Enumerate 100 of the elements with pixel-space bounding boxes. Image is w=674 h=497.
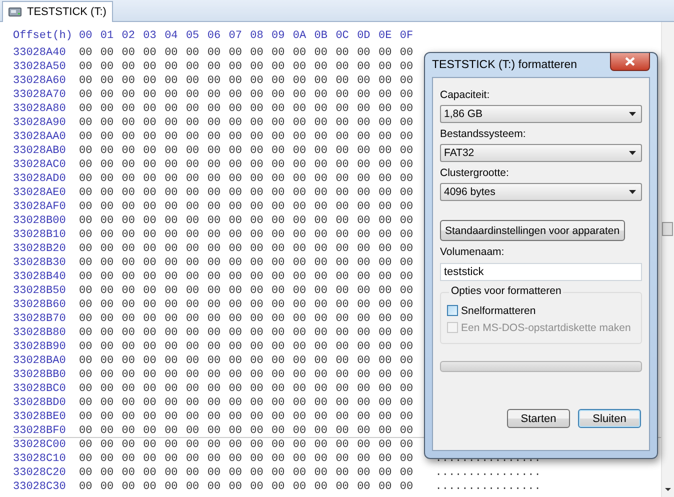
byte-value: 00 bbox=[314, 270, 328, 284]
dropdown[interactable]: 4096 bytes bbox=[440, 183, 642, 201]
byte-value: 00 bbox=[400, 46, 414, 60]
byte-value: 00 bbox=[357, 354, 372, 368]
dialog-button[interactable]: Sluiten bbox=[578, 409, 641, 428]
byte-value: 00 bbox=[357, 242, 372, 256]
byte-value: 00 bbox=[143, 340, 158, 354]
byte-value: 00 bbox=[272, 228, 286, 242]
byte-value: 00 bbox=[100, 312, 115, 326]
byte-value: 00 bbox=[336, 144, 350, 158]
byte-value: 00 bbox=[272, 326, 286, 340]
byte-value: 00 bbox=[292, 480, 308, 494]
byte-value: 00 bbox=[122, 242, 136, 256]
column-header: 0B bbox=[314, 29, 328, 44]
byte-value: 00 bbox=[250, 74, 264, 88]
byte-value: 00 bbox=[228, 452, 243, 466]
tab[interactable]: TESTSTICK (T:) bbox=[2, 1, 114, 22]
byte-value: 00 bbox=[357, 284, 372, 298]
byte-value: 00 bbox=[228, 242, 243, 256]
byte-value: 00 bbox=[207, 368, 222, 382]
byte-value: 00 bbox=[143, 256, 158, 270]
byte-value: 00 bbox=[207, 130, 222, 144]
close-button[interactable] bbox=[610, 53, 650, 71]
byte-value: 00 bbox=[143, 368, 158, 382]
byte-value: 00 bbox=[357, 424, 372, 438]
scroll-down-icon[interactable] bbox=[665, 488, 671, 491]
offset-label: 33028C00 bbox=[13, 438, 67, 452]
byte-value: 00 bbox=[143, 172, 158, 186]
byte-value: 00 bbox=[122, 186, 136, 200]
byte-value: 00 bbox=[122, 144, 136, 158]
byte-value: 00 bbox=[314, 298, 328, 312]
byte-value: 00 bbox=[336, 228, 350, 242]
byte-value: 00 bbox=[79, 298, 94, 312]
byte-value: 00 bbox=[272, 424, 286, 438]
byte-value: 00 bbox=[186, 46, 200, 60]
byte-value: 00 bbox=[400, 116, 414, 130]
byte-value: 00 bbox=[400, 200, 414, 214]
byte-value: 00 bbox=[228, 256, 243, 270]
byte-value: 00 bbox=[400, 60, 414, 74]
byte-value: 00 bbox=[400, 480, 414, 494]
byte-value: 00 bbox=[207, 410, 222, 424]
byte-value: 00 bbox=[250, 382, 264, 396]
scrollbar[interactable] bbox=[661, 22, 674, 497]
byte-value: 00 bbox=[336, 424, 350, 438]
byte-value: 00 bbox=[336, 60, 350, 74]
checkbox-label[interactable]: Snelformatteren bbox=[461, 304, 536, 316]
byte-value: 00 bbox=[378, 130, 393, 144]
byte-value: 00 bbox=[378, 172, 393, 186]
byte-value: 00 bbox=[143, 424, 158, 438]
offset-label: 33028C10 bbox=[13, 452, 67, 466]
byte-value: 00 bbox=[357, 368, 372, 382]
byte-value: 00 bbox=[314, 256, 328, 270]
ascii-text: ................ bbox=[435, 452, 541, 466]
byte-value: 00 bbox=[314, 326, 328, 340]
byte-value: 00 bbox=[143, 116, 158, 130]
checkbox-label: Een MS-DOS-opstartdiskette maken bbox=[461, 322, 631, 334]
byte-value: 00 bbox=[336, 410, 350, 424]
byte-value: 00 bbox=[314, 130, 328, 144]
byte-value: 00 bbox=[207, 46, 222, 60]
byte-value: 00 bbox=[314, 158, 328, 172]
column-header: 07 bbox=[228, 29, 243, 44]
byte-value: 00 bbox=[400, 424, 414, 438]
byte-value: 00 bbox=[314, 424, 328, 438]
checkbox[interactable] bbox=[447, 305, 458, 316]
byte-value: 00 bbox=[378, 410, 393, 424]
byte-value: 00 bbox=[186, 172, 200, 186]
byte-value: 00 bbox=[250, 102, 264, 116]
byte-value: 00 bbox=[250, 214, 264, 228]
byte-value: 00 bbox=[228, 88, 243, 102]
volume-name-field[interactable]: teststick bbox=[440, 263, 642, 281]
defaults-button[interactable]: Standaardinstellingen voor apparaten bbox=[440, 220, 625, 241]
dropdown[interactable]: FAT32 bbox=[440, 144, 642, 162]
offset-label: 33028AA0 bbox=[13, 130, 67, 144]
byte-value: 00 bbox=[186, 298, 200, 312]
scrollbar-thumb[interactable] bbox=[662, 222, 673, 236]
dropdown[interactable]: 1,86 GB bbox=[440, 105, 642, 123]
byte-value: 00 bbox=[292, 270, 308, 284]
byte-value: 00 bbox=[357, 298, 372, 312]
byte-value: 00 bbox=[378, 186, 393, 200]
byte-value: 00 bbox=[272, 186, 286, 200]
byte-value: 00 bbox=[314, 382, 328, 396]
byte-value: 00 bbox=[292, 74, 308, 88]
byte-value: 00 bbox=[400, 466, 414, 480]
byte-value: 00 bbox=[314, 228, 328, 242]
byte-value: 00 bbox=[272, 46, 286, 60]
byte-value: 00 bbox=[100, 172, 115, 186]
byte-value: 00 bbox=[228, 74, 243, 88]
byte-value: 00 bbox=[250, 410, 264, 424]
byte-value: 00 bbox=[292, 158, 308, 172]
byte-value: 00 bbox=[378, 298, 393, 312]
byte-value: 00 bbox=[164, 102, 179, 116]
byte-value: 00 bbox=[250, 298, 264, 312]
byte-value: 00 bbox=[122, 46, 136, 60]
byte-value: 00 bbox=[186, 102, 200, 116]
byte-value: 00 bbox=[250, 326, 264, 340]
byte-value: 00 bbox=[228, 200, 243, 214]
dialog-button[interactable]: Starten bbox=[507, 409, 570, 428]
byte-value: 00 bbox=[378, 46, 393, 60]
byte-value: 00 bbox=[79, 466, 94, 480]
byte-value: 00 bbox=[143, 102, 158, 116]
